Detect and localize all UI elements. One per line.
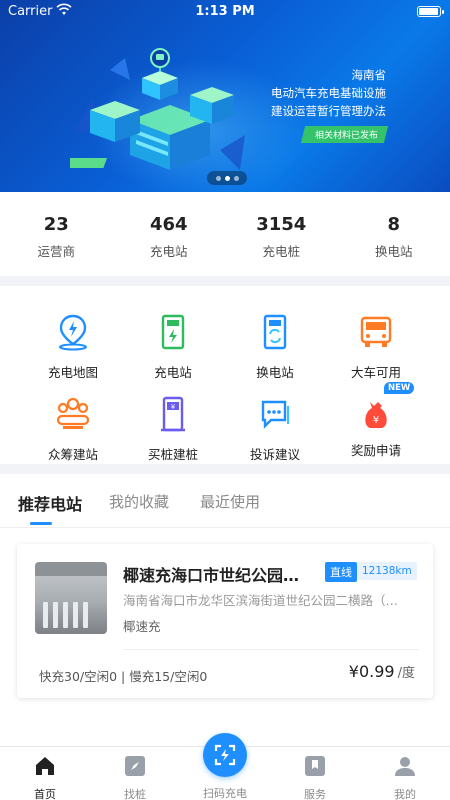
stat-value: 3154 [256,214,307,235]
carousel-dot-active [224,175,230,181]
svg-text:¥: ¥ [171,403,176,411]
station-price: ¥0.99/度 [349,662,415,681]
distance-badge: 12138km [357,562,417,580]
stat-value: 464 [149,214,188,235]
service-battery-swap[interactable]: 换电站 [219,312,331,381]
carousel-dot [233,175,239,181]
stat-stations[interactable]: 464 充电站 [113,192,226,276]
service-reward[interactable]: ¥ NEW 奖励申请 [320,382,432,459]
stat-piles[interactable]: 3154 充电桩 [225,192,338,276]
stat-label: 换电站 [374,244,413,259]
service-label: 换电站 [256,365,294,380]
banner-badge[interactable]: 相关材料已发布 [300,126,389,143]
price-value: ¥0.99 [348,662,395,681]
battery-icon [417,6,444,17]
price-unit: /度 [397,666,415,681]
stat-label: 运营商 [37,244,75,259]
money-bag-icon: ¥ [365,402,387,428]
service-label: 充电地图 [47,365,98,380]
tab-recommended[interactable]: 推荐电站 [18,491,82,515]
svg-text:¥: ¥ [373,415,379,426]
group-icon [56,397,90,429]
stat-value: 23 [43,214,69,235]
recommended-section: 推荐电站 我的收藏 最近使用 椰速充海口市世纪公园… 直线 12138km 海南… [0,474,450,746]
battery-swap-icon [263,314,287,350]
station-card[interactable]: 椰速充海口市世纪公园… 直线 12138km 海南省海口市龙华区滨海街道世纪公园… [17,544,433,698]
services-grid: 充电地图 充电站 换电站 大车可用 众筹建站 ¥ 买桩建桩 投诉建议 ¥ NEW… [0,286,450,464]
promo-banner[interactable]: Carrier 1:13 PM 海南省 电动汽车充电基础设施 建设运营暂行管理办… [0,0,450,192]
nav-find-pile[interactable]: 找桩 [100,755,170,800]
stat-swap-stations[interactable]: 8 换电站 [338,192,450,276]
service-label: 奖励申请 [350,443,401,458]
stat-value: 8 [387,214,401,235]
station-operator: 椰速充 [123,619,161,634]
map-pin-icon [59,314,87,351]
nav-label: 扫码充电 [203,787,247,800]
service-label: 买桩建桩 [147,447,198,462]
service-buy-pile[interactable]: ¥ 买桩建桩 [117,394,229,463]
charging-pile-icon [161,314,185,350]
new-badge: NEW [384,382,415,394]
service-charging-station[interactable]: 充电站 [117,312,229,381]
scan-charge-button[interactable] [203,733,247,777]
clock: 1:13 PM [195,4,255,19]
nav-label: 服务 [304,788,326,800]
banner-headline: 海南省 电动汽车充电基础设施 建设运营暂行管理办法 [236,66,386,120]
station-tabs: 推荐电站 我的收藏 最近使用 [0,474,450,528]
stat-label: 充电站 [149,244,188,259]
service-label: 众筹建站 [47,447,98,462]
nav-service[interactable]: 服务 [280,755,350,800]
compass-icon [125,756,145,776]
stat-label: 充电桩 [262,244,300,259]
reward-icon-wrap: ¥ NEW [356,382,415,434]
scan-icon [214,744,236,766]
line-type-badge: 直线 [325,562,357,582]
bottom-nav: 首页 找桩 扫码充电 服务 我的 [0,733,450,800]
card-divider [123,649,419,650]
station-address: 海南省海口市龙华区滨海街道世纪公园二横路（… [123,593,399,608]
service-charging-map[interactable]: 充电地图 [17,312,129,381]
station-name: 椰速充海口市世纪公园… [123,566,300,585]
service-label: 大车可用 [350,365,401,380]
truck-icon [360,316,392,347]
service-label: 投诉建议 [249,447,300,462]
service-label: 充电站 [154,365,192,380]
nav-label: 找桩 [124,788,146,800]
user-icon [395,757,415,776]
service-large-vehicle[interactable]: 大车可用 [320,312,432,381]
tab-recent[interactable]: 最近使用 [200,491,260,512]
bookmark-icon [305,756,325,776]
nav-home[interactable]: 首页 [10,755,80,800]
stat-operators[interactable]: 23 运营商 [0,192,113,276]
status-bar: Carrier 1:13 PM [0,0,450,24]
charger-availability: 快充30/空闲0 | 慢充15/空闲0 [39,669,208,684]
banner-line: 建设运营暂行管理办法 [271,104,386,118]
stats-row: 23 运营商 464 充电站 3154 充电桩 8 换电站 [0,192,450,276]
chat-icon [261,400,289,429]
nav-label: 我的 [394,788,416,800]
tab-favorites[interactable]: 我的收藏 [109,491,169,512]
banner-line: 海南省 [351,68,387,82]
banner-line: 电动汽车充电基础设施 [271,86,386,100]
nav-label: 首页 [34,788,56,800]
carousel-dot [215,175,221,181]
station-photo [35,562,107,634]
service-crowdfunding[interactable]: 众筹建站 [17,394,129,463]
service-complaint[interactable]: 投诉建议 [219,394,331,463]
banner-badge-label: 相关材料已发布 [314,131,378,141]
nav-mine[interactable]: 我的 [370,755,440,800]
carousel-indicator[interactable] [207,171,247,185]
home-icon [36,757,54,775]
buy-pile-icon: ¥ [161,396,185,432]
tab-active-indicator [30,522,52,525]
